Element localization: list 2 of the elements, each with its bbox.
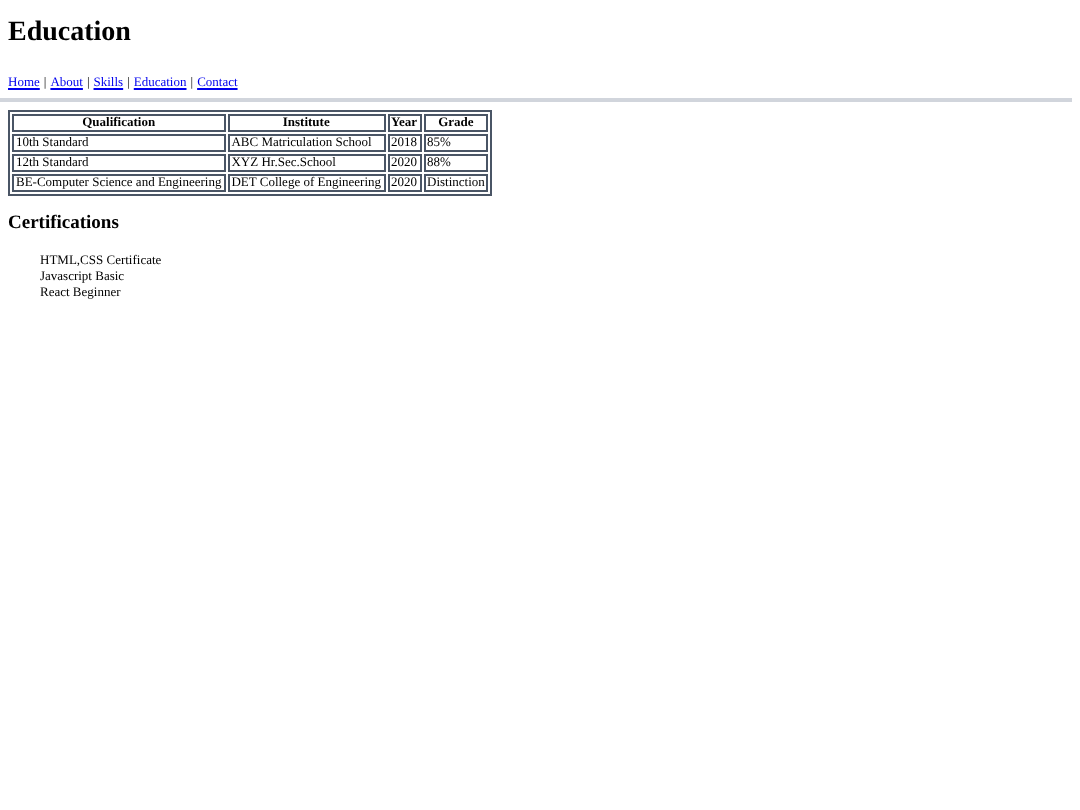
page-title: Education bbox=[8, 18, 131, 50]
section-heading: Certifications bbox=[8, 214, 119, 236]
